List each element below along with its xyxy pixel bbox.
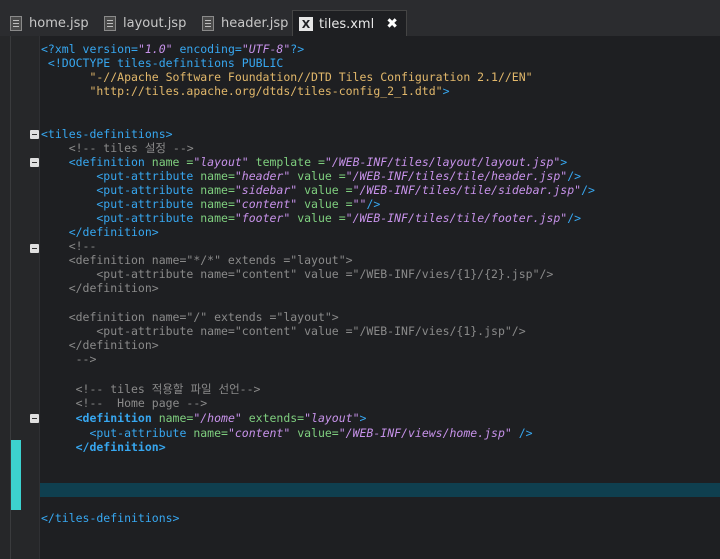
- close-icon[interactable]: ✖: [386, 16, 398, 32]
- code-line: "http://tiles.apache.org/dtds/tiles-conf…: [41, 84, 450, 98]
- code-line: <put-attribute name="content" value ="/W…: [41, 324, 526, 338]
- code-line: <!-- tiles 설정 -->: [41, 141, 194, 155]
- code-line: <put-attribute name="content" value="/WE…: [41, 426, 533, 440]
- code-line: </tiles-definitions>: [41, 511, 180, 525]
- editor-tab-bar: home.jsp layout.jsp header.jsp X tiles.x…: [0, 0, 720, 37]
- code-line: <put-attribute name="footer" value ="/WE…: [41, 211, 582, 225]
- code-line: <!-- tiles 적용할 파일 선언-->: [41, 382, 261, 396]
- code-line: </definition>: [41, 338, 159, 352]
- tab-layout-jsp[interactable]: layout.jsp: [104, 10, 186, 36]
- code-line: <definition name="*/*" extends ="layout"…: [41, 253, 353, 267]
- code-line: </definition>: [41, 281, 159, 295]
- tab-header-jsp[interactable]: header.jsp: [202, 10, 288, 36]
- code-line: <definition name ="layout" template ="/W…: [41, 155, 568, 169]
- code-line: <definition name="/" extends ="layout">: [41, 310, 339, 324]
- tab-label: layout.jsp: [123, 15, 187, 31]
- code-line: <!--: [41, 239, 97, 253]
- fold-toggle-icon[interactable]: [30, 158, 39, 167]
- code-editor[interactable]: <?xml version="1.0" encoding="UTF-8"?> <…: [0, 36, 720, 559]
- code-line: <!-- Home page -->: [41, 396, 208, 410]
- code-line: "-//Apache Software Foundation//DTD Tile…: [41, 70, 533, 84]
- fold-toggle-icon[interactable]: [30, 130, 39, 139]
- code-line: <?xml version="1.0" encoding="UTF-8"?>: [41, 42, 305, 56]
- code-line: <put-attribute name="header" value ="/WE…: [41, 169, 582, 183]
- tab-label: tiles.xml: [319, 16, 375, 32]
- code-line: <tiles-definitions>: [41, 127, 173, 141]
- jsp-file-icon: [202, 15, 214, 31]
- xml-file-icon: X: [299, 17, 313, 31]
- jsp-file-icon: [104, 15, 116, 31]
- tab-label: home.jsp: [29, 15, 89, 31]
- code-line: <definition name="/home" extends="layout…: [41, 411, 367, 425]
- tab-home-jsp[interactable]: home.jsp: [10, 10, 89, 36]
- code-line: </definition>: [41, 440, 166, 454]
- code-line: <put-attribute name="sidebar" value ="/W…: [41, 183, 595, 197]
- editor-gutter: [0, 36, 40, 559]
- code-line: -->: [41, 352, 97, 366]
- code-line: </definition>: [41, 225, 159, 239]
- change-marker: [11, 440, 21, 510]
- tab-tiles-xml[interactable]: X tiles.xml ✖: [292, 10, 407, 37]
- code-line: <!DOCTYPE tiles-definitions PUBLIC: [41, 56, 284, 70]
- tab-label: header.jsp: [221, 15, 289, 31]
- current-line-highlight: [40, 483, 720, 497]
- code-line: <put-attribute name="content" value =""/…: [41, 197, 381, 211]
- jsp-file-icon: [10, 15, 22, 31]
- code-line: <put-attribute name="content" value ="/W…: [41, 267, 554, 281]
- fold-toggle-icon[interactable]: [30, 414, 39, 423]
- fold-toggle-icon[interactable]: [30, 244, 39, 253]
